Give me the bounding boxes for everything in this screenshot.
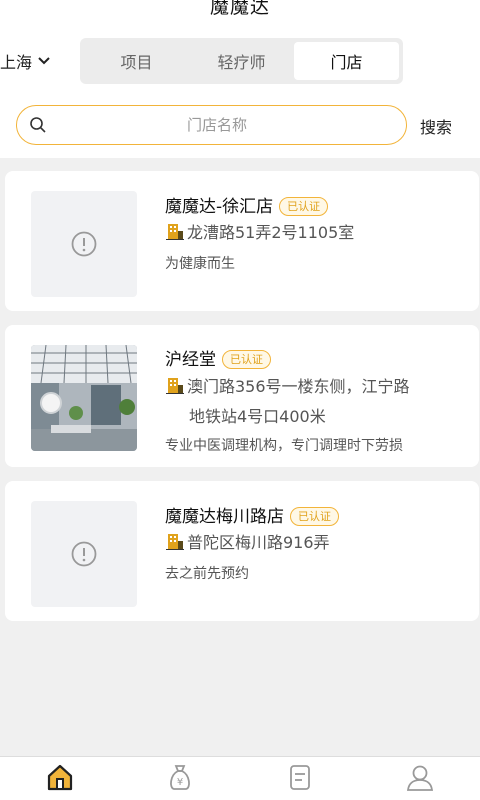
store-name: 沪经堂	[165, 350, 216, 370]
tab-wallet[interactable]: ¥	[120, 757, 240, 800]
verified-badge: 已认证	[290, 507, 339, 526]
store-address: 龙漕路51弄2号1105室	[165, 219, 354, 249]
store-description: 专业中医调理机构，专门调理时下劳损	[165, 438, 403, 454]
search-input[interactable]	[57, 112, 377, 138]
address-text: 普陀区梅川路916弄	[187, 533, 330, 552]
store-photo	[31, 345, 137, 451]
store-description: 去之前先预约	[165, 566, 249, 582]
building-icon	[165, 531, 185, 559]
store-image-placeholder	[31, 191, 137, 297]
image-placeholder-icon	[71, 541, 97, 571]
building-icon	[165, 221, 185, 249]
address-text: 澳门路356号一楼东侧，江宁路	[187, 377, 410, 396]
tab-stores[interactable]: 门店	[294, 42, 399, 80]
store-address: 澳门路356号一楼东侧，江宁路 地铁站4号口400米	[165, 373, 410, 430]
search-button[interactable]: 搜索	[420, 114, 452, 138]
tab-projects[interactable]: 项目	[84, 42, 189, 80]
address-text: 龙漕路51弄2号1105室	[187, 223, 355, 242]
store-name-row: 沪经堂 已认证	[165, 345, 271, 370]
verified-badge: 已认证	[222, 350, 271, 369]
store-name-row: 魔魔达-徐汇店 已认证	[165, 192, 329, 217]
search-icon	[29, 116, 47, 138]
document-icon	[285, 762, 315, 796]
header-area: 魔魔达 上海 项目 轻疗师 门店 搜索	[0, 0, 480, 158]
tab-home[interactable]	[0, 757, 120, 800]
store-card[interactable]: 沪经堂 已认证 澳门路356号一楼东侧，江宁路 地铁站4号口400米 专业中医调理…	[5, 325, 479, 467]
chevron-down-icon	[38, 57, 50, 65]
store-card[interactable]: 魔魔达-徐汇店 已认证 龙漕路51弄2号1105室 为健康而生	[5, 171, 479, 311]
tab-orders[interactable]	[240, 757, 360, 800]
store-photo-image	[31, 345, 137, 451]
store-image-placeholder	[31, 501, 137, 607]
building-icon	[165, 375, 185, 403]
page-title: 魔魔达	[209, 0, 270, 18]
tab-therapists[interactable]: 轻疗师	[189, 42, 294, 80]
bottom-tab-bar: ¥	[0, 756, 480, 800]
store-card[interactable]: 魔魔达梅川路店 已认证 普陀区梅川路916弄 去之前先预约	[5, 481, 479, 621]
svg-text:¥: ¥	[177, 777, 183, 788]
store-address: 普陀区梅川路916弄	[165, 529, 330, 559]
tab-profile[interactable]	[360, 757, 480, 800]
store-name: 魔魔达梅川路店	[165, 507, 284, 527]
city-selector[interactable]: 上海	[0, 49, 50, 73]
store-name: 魔魔达-徐汇店	[165, 197, 274, 217]
store-description: 为健康而生	[165, 256, 235, 272]
store-name-row: 魔魔达梅川路店 已认证	[165, 502, 339, 527]
address-text-line2: 地铁站4号口400米	[189, 407, 326, 426]
category-segment: 项目 轻疗师 门店	[80, 38, 403, 84]
verified-badge: 已认证	[279, 197, 329, 216]
user-icon	[405, 762, 435, 796]
image-placeholder-icon	[71, 231, 97, 261]
home-icon	[45, 762, 75, 796]
money-bag-icon: ¥	[165, 762, 195, 796]
city-label: 上海	[0, 53, 33, 72]
search-field[interactable]	[16, 105, 407, 145]
